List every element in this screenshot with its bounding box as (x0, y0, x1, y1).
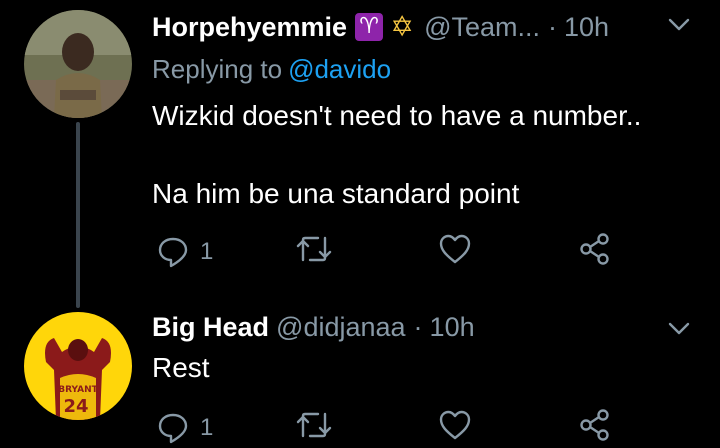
avatar-photo (24, 10, 132, 118)
share-icon (580, 409, 609, 441)
reply-icon (158, 413, 188, 444)
share-button[interactable] (578, 232, 612, 266)
timestamp[interactable]: 10h (430, 310, 475, 344)
chevron-down-icon[interactable] (668, 322, 690, 336)
reply-button[interactable]: 1 (156, 232, 213, 272)
jersey-number: 24 (63, 396, 88, 417)
chevron-down-icon[interactable] (668, 18, 690, 32)
tweet-text: Rest (152, 352, 210, 383)
jersey-name: BRYANT (58, 385, 98, 395)
user-handle[interactable]: @Team... (424, 10, 540, 44)
replying-prefix: Replying to (152, 54, 283, 84)
tweet-2[interactable]: BRYANT 24 Big Head @didjanaa · 10h Rest … (0, 300, 720, 444)
like-button[interactable] (438, 408, 472, 442)
mention-link[interactable]: @davido (288, 54, 391, 84)
replying-to: Replying to @davido (152, 52, 391, 86)
action-bar: 1 (152, 232, 672, 272)
reply-button[interactable]: 1 (156, 408, 213, 448)
tweet-text-line-1: Wizkid doesn't need to have a number.. (152, 100, 642, 131)
retweet-button[interactable] (296, 408, 332, 442)
like-button[interactable] (438, 232, 472, 266)
tweet-1[interactable]: Horpehyemmie ♈ ✡ @Team... · 10h Replying… (0, 0, 720, 308)
reply-count: 1 (200, 414, 214, 441)
retweet-button[interactable] (296, 232, 332, 266)
avatar[interactable]: BRYANT 24 (24, 312, 132, 420)
heart-icon (439, 410, 471, 440)
retweet-icon (296, 412, 332, 438)
aries-badge-icon: ♈ (355, 13, 384, 41)
tweet-header: Big Head @didjanaa · 10h (152, 310, 475, 344)
user-handle[interactable]: @didjanaa (276, 310, 406, 344)
separator-dot: · (548, 12, 558, 42)
share-button[interactable] (578, 408, 612, 442)
star-of-david-icon: ✡ (390, 10, 414, 43)
retweet-icon (296, 236, 332, 262)
timestamp[interactable]: 10h (564, 10, 609, 44)
tweet-text-line-2: Na him be una standard point (152, 178, 520, 209)
action-bar: 1 (152, 408, 672, 448)
separator-dot: · (413, 312, 423, 342)
heart-icon (439, 234, 471, 264)
reply-icon (158, 237, 188, 268)
display-name[interactable]: Horpehyemmie (152, 10, 347, 44)
share-icon (580, 233, 609, 265)
avatar-photo: BRYANT 24 (24, 312, 132, 420)
tweet-header: Horpehyemmie ♈ ✡ @Team... · 10h (152, 10, 609, 44)
thread-line (76, 122, 80, 308)
reply-count: 1 (200, 238, 214, 265)
display-name[interactable]: Big Head (152, 310, 269, 344)
avatar[interactable] (24, 10, 132, 118)
